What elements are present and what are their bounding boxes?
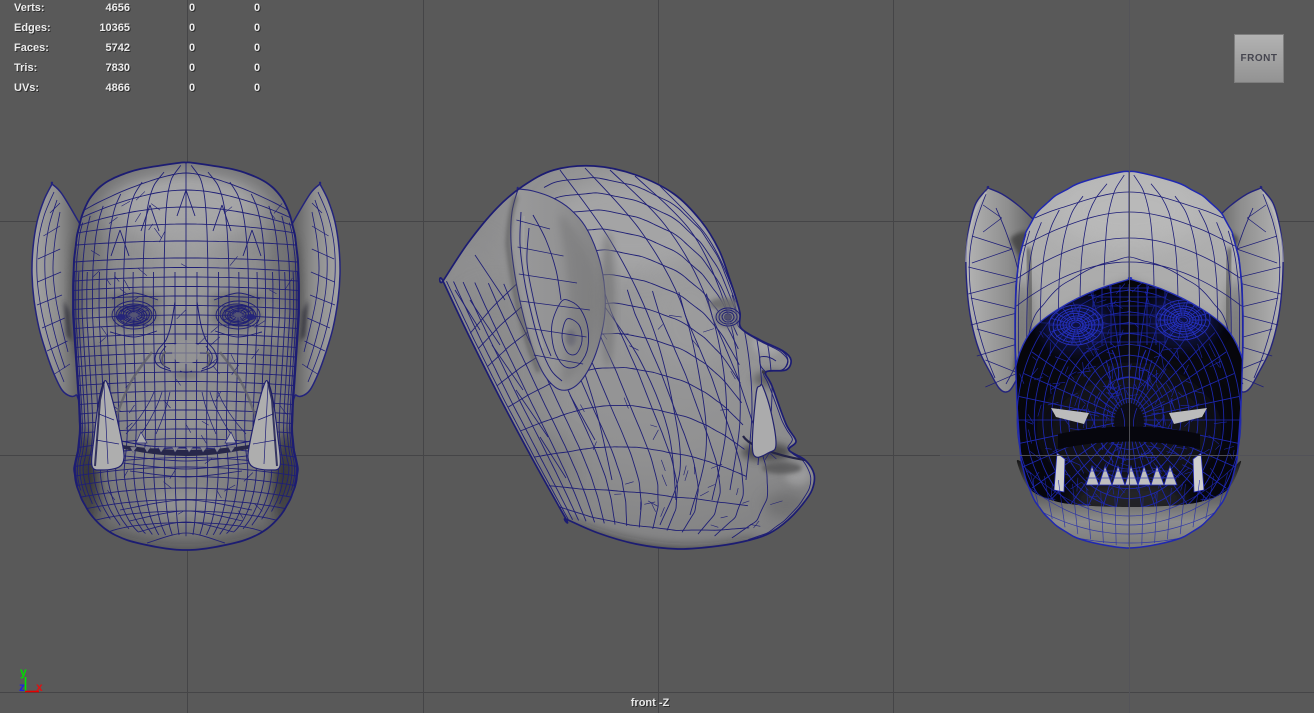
svg-text:x: x (36, 680, 43, 694)
svg-text:z: z (19, 680, 25, 694)
svg-text:y: y (20, 665, 27, 679)
